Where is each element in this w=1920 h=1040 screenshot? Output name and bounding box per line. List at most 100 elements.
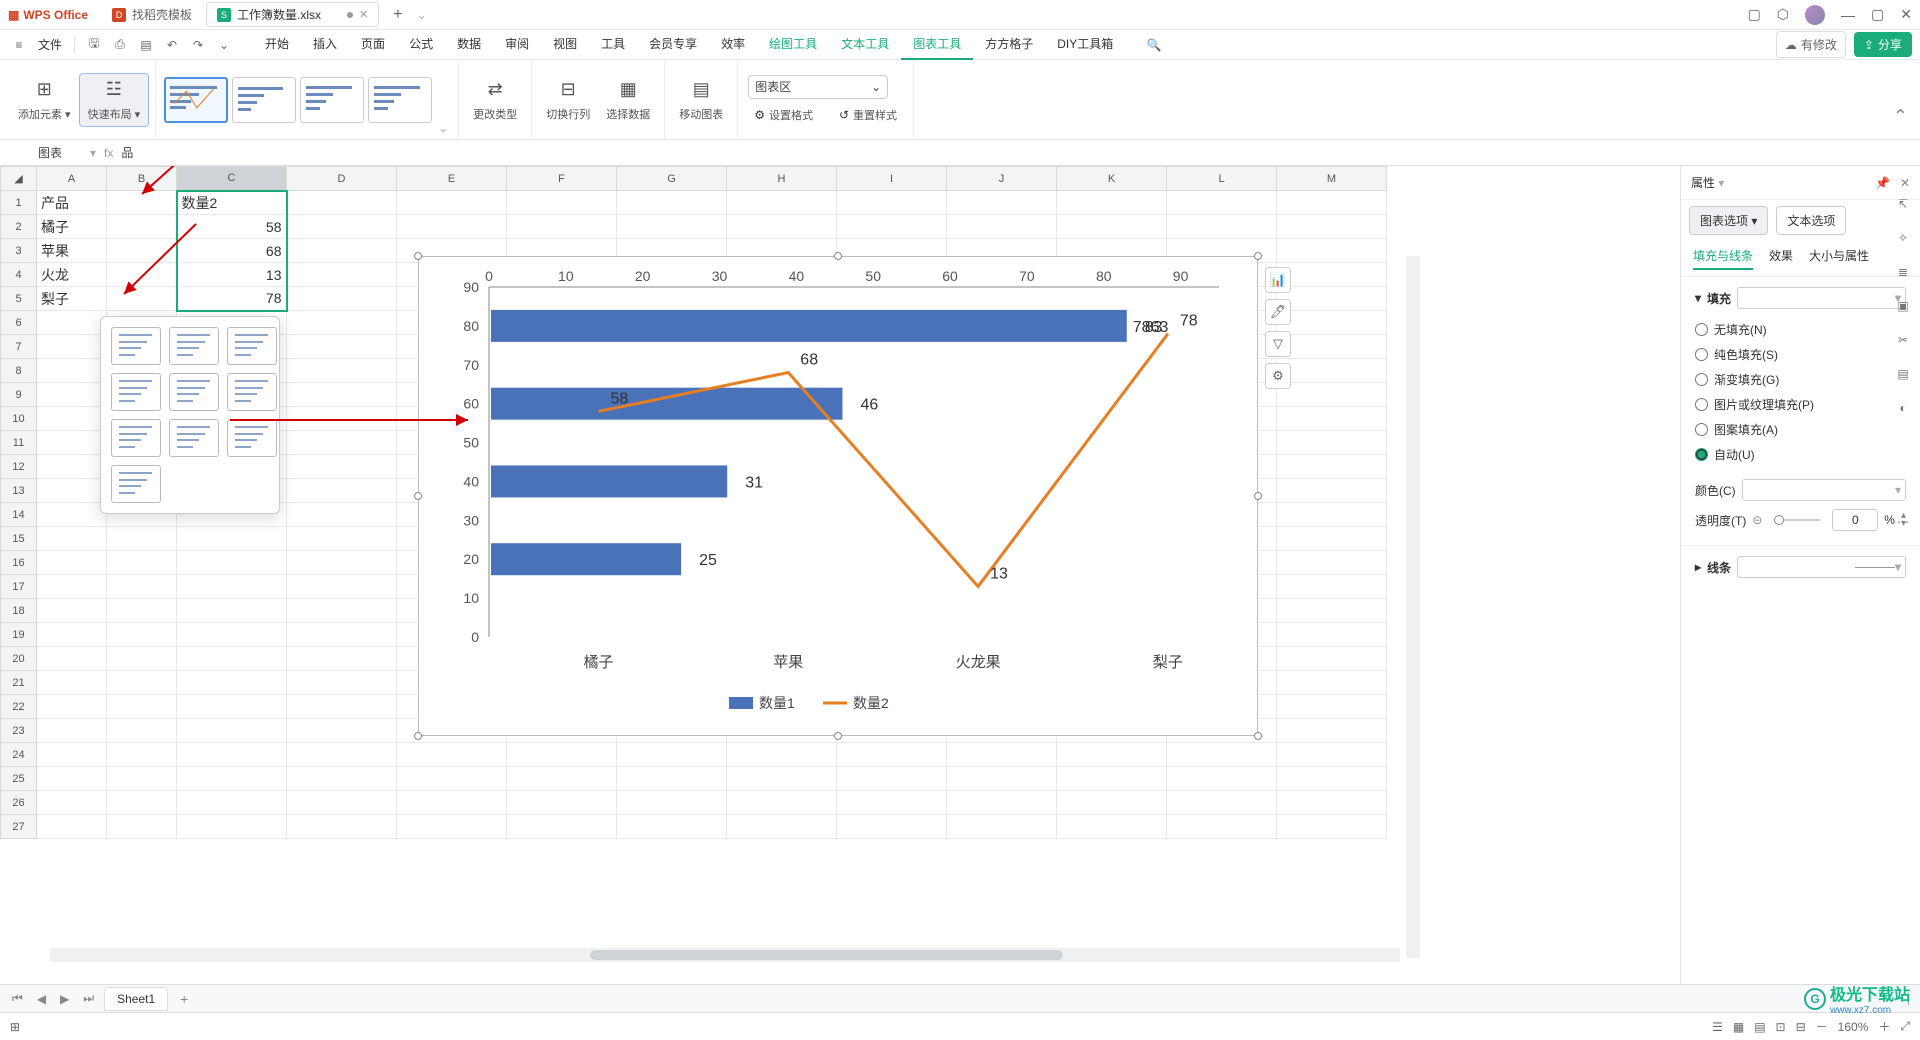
row-head[interactable]: 2 bbox=[1, 215, 37, 239]
cell[interactable] bbox=[1277, 767, 1387, 791]
cell[interactable]: 产品 bbox=[37, 191, 107, 215]
col-A[interactable]: A bbox=[37, 167, 107, 191]
cell[interactable] bbox=[1167, 215, 1277, 239]
cell[interactable] bbox=[37, 695, 107, 719]
cell[interactable] bbox=[837, 215, 947, 239]
resize-handle[interactable] bbox=[1254, 732, 1262, 740]
menu-tab[interactable]: 开始 bbox=[253, 29, 301, 60]
cell[interactable] bbox=[727, 791, 837, 815]
col-L[interactable]: L bbox=[1167, 167, 1277, 191]
name-box[interactable]: 图表 bbox=[10, 144, 90, 161]
cell[interactable] bbox=[1277, 503, 1387, 527]
cell[interactable] bbox=[1277, 191, 1387, 215]
layout-thumb-4[interactable] bbox=[368, 77, 432, 123]
chart-elements-icon[interactable]: 📊 bbox=[1265, 267, 1291, 293]
fx-icon[interactable]: fx bbox=[96, 146, 121, 160]
cell[interactable] bbox=[177, 647, 287, 671]
resize-handle[interactable] bbox=[414, 492, 422, 500]
cell[interactable] bbox=[837, 791, 947, 815]
fill-option-radio[interactable] bbox=[1695, 398, 1708, 411]
row-head[interactable]: 24 bbox=[1, 743, 37, 767]
row-head[interactable]: 27 bbox=[1, 815, 37, 839]
row-head[interactable]: 21 bbox=[1, 671, 37, 695]
sheet-prev-icon[interactable]: ◀ bbox=[33, 992, 50, 1006]
cell[interactable] bbox=[1277, 815, 1387, 839]
layout-thumb-3[interactable] bbox=[300, 77, 364, 123]
cell[interactable] bbox=[107, 815, 177, 839]
switch-rc-button[interactable]: ⊟ 切换行列 bbox=[538, 74, 598, 126]
sheet-first-icon[interactable]: ⏮ bbox=[8, 991, 27, 1006]
fill-option-radio[interactable] bbox=[1695, 448, 1708, 461]
resize-handle[interactable] bbox=[834, 252, 842, 260]
cell[interactable] bbox=[1277, 239, 1387, 263]
view-icon-5[interactable]: ⊟ bbox=[1796, 1020, 1806, 1034]
cell[interactable] bbox=[177, 551, 287, 575]
sheet-last-icon[interactable]: ⏭ bbox=[79, 991, 98, 1006]
formula-input[interactable]: 品 bbox=[121, 144, 1910, 161]
cell[interactable] bbox=[37, 455, 107, 479]
cell[interactable] bbox=[107, 719, 177, 743]
fill-option-radio[interactable] bbox=[1695, 423, 1708, 436]
tab-chart-options[interactable]: 图表选项 ▾ bbox=[1689, 206, 1768, 235]
row-head[interactable]: 3 bbox=[1, 239, 37, 263]
rail-help-icon[interactable]: ◐ bbox=[1893, 398, 1913, 418]
menu-tab[interactable]: 绘图工具 bbox=[757, 29, 829, 60]
cell[interactable] bbox=[1277, 335, 1387, 359]
avatar[interactable] bbox=[1805, 5, 1825, 25]
minimize-icon[interactable]: — bbox=[1841, 7, 1855, 23]
cell[interactable] bbox=[947, 215, 1057, 239]
cell[interactable] bbox=[107, 575, 177, 599]
cell[interactable] bbox=[37, 527, 107, 551]
cell[interactable] bbox=[107, 767, 177, 791]
fill-preset-select[interactable]: ▾ bbox=[1737, 287, 1906, 309]
quick-layout-option[interactable] bbox=[111, 465, 161, 503]
cell[interactable] bbox=[37, 383, 107, 407]
cell[interactable] bbox=[1167, 767, 1277, 791]
print-icon[interactable]: ⎙ bbox=[109, 34, 131, 56]
cell[interactable] bbox=[1277, 551, 1387, 575]
cell[interactable] bbox=[287, 743, 397, 767]
window-layout-icon[interactable]: ▢ bbox=[1748, 6, 1761, 23]
fullscreen-icon[interactable]: ⤢ bbox=[1900, 1019, 1910, 1034]
col-J[interactable]: J bbox=[947, 167, 1057, 191]
layout-thumb-1[interactable] bbox=[164, 77, 228, 123]
cell[interactable] bbox=[37, 671, 107, 695]
row-head[interactable]: 22 bbox=[1, 695, 37, 719]
menu-tab[interactable]: 页面 bbox=[349, 29, 397, 60]
cell[interactable] bbox=[1167, 191, 1277, 215]
close-tab-icon[interactable]: ✕ bbox=[359, 8, 368, 21]
row-head[interactable]: 19 bbox=[1, 623, 37, 647]
cell[interactable] bbox=[107, 791, 177, 815]
cell[interactable] bbox=[107, 599, 177, 623]
cell[interactable] bbox=[287, 215, 397, 239]
cell[interactable] bbox=[287, 335, 397, 359]
cell[interactable] bbox=[287, 383, 397, 407]
cell[interactable] bbox=[287, 431, 397, 455]
row-head[interactable]: 25 bbox=[1, 767, 37, 791]
cube-icon[interactable]: ⬡ bbox=[1777, 6, 1789, 23]
cell[interactable] bbox=[1277, 287, 1387, 311]
cell[interactable] bbox=[1167, 815, 1277, 839]
cell[interactable] bbox=[287, 263, 397, 287]
cell[interactable] bbox=[107, 551, 177, 575]
tab-template[interactable]: D 找稻壳模板 bbox=[102, 3, 202, 26]
cell[interactable] bbox=[617, 191, 727, 215]
cell[interactable] bbox=[37, 335, 107, 359]
menu-tab[interactable]: 插入 bbox=[301, 29, 349, 60]
color-select[interactable]: ▾ bbox=[1742, 479, 1906, 501]
cell[interactable] bbox=[1057, 191, 1167, 215]
row-head[interactable]: 18 bbox=[1, 599, 37, 623]
select-data-button[interactable]: ▦ 选择数据 bbox=[598, 74, 658, 126]
cell[interactable] bbox=[287, 191, 397, 215]
cell[interactable] bbox=[1277, 599, 1387, 623]
cell[interactable] bbox=[397, 815, 507, 839]
cell[interactable] bbox=[177, 623, 287, 647]
cell[interactable] bbox=[1277, 383, 1387, 407]
cell[interactable] bbox=[287, 623, 397, 647]
cell[interactable] bbox=[287, 671, 397, 695]
menu-tab[interactable]: DIY工具箱 bbox=[1045, 29, 1125, 60]
col-E[interactable]: E bbox=[397, 167, 507, 191]
cell[interactable] bbox=[507, 743, 617, 767]
cell[interactable] bbox=[107, 647, 177, 671]
row-head[interactable]: 14 bbox=[1, 503, 37, 527]
